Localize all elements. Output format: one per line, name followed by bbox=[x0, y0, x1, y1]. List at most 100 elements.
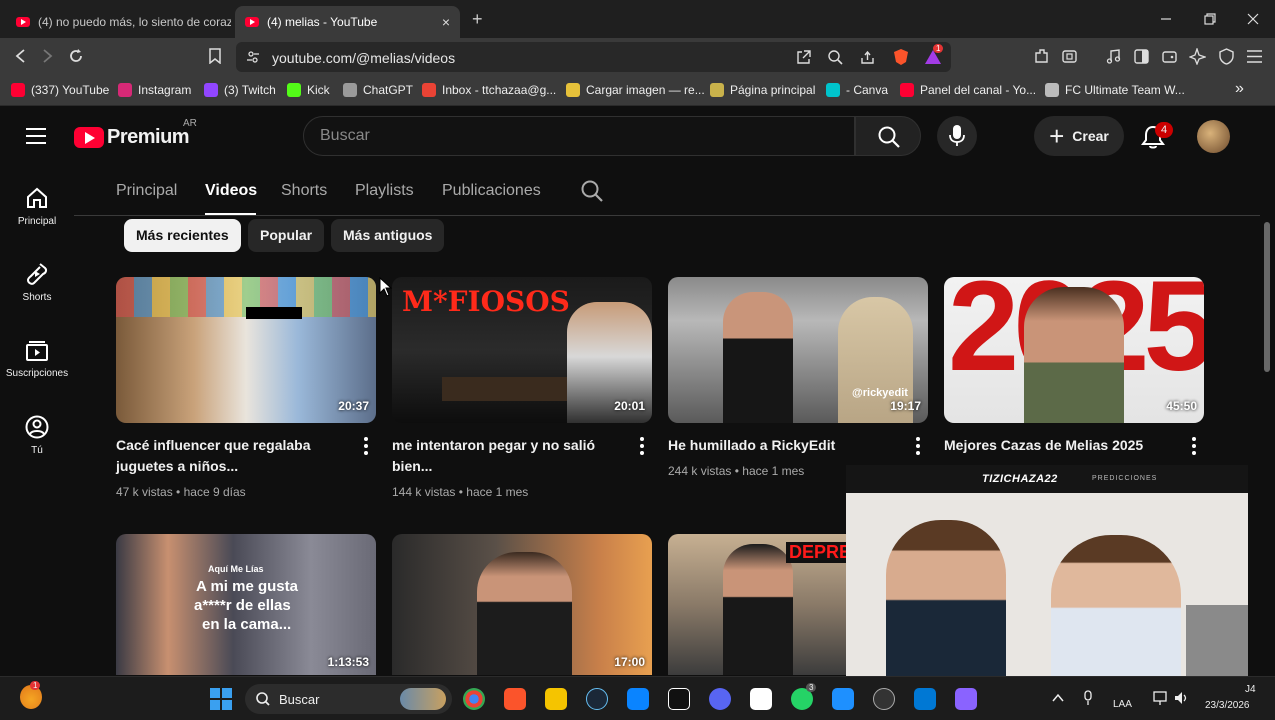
share-icon[interactable] bbox=[860, 50, 875, 65]
site-settings-icon[interactable] bbox=[246, 50, 260, 64]
video-thumbnail[interactable]: Aquí Me Lías A mi me gusta a****r de ell… bbox=[116, 534, 376, 675]
bookmark-icon[interactable] bbox=[208, 48, 222, 64]
tiktok-icon[interactable] bbox=[668, 688, 690, 710]
video-thumbnail[interactable]: 20:37 bbox=[116, 277, 376, 423]
screenshot-icon[interactable] bbox=[1061, 48, 1078, 65]
bookmark-fc-ultimate-team[interactable]: FC Ultimate Team W... bbox=[1045, 83, 1185, 97]
app-icon[interactable] bbox=[914, 688, 936, 710]
video-menu-icon[interactable] bbox=[911, 437, 925, 457]
guide-item-you[interactable]: Tú bbox=[0, 415, 74, 456]
tab-playlists[interactable]: Playlists bbox=[355, 182, 414, 200]
bookmark-chatgpt[interactable]: ChatGPT bbox=[343, 83, 413, 97]
video-card[interactable]: 20:37 Cacé influencer que regalaba jugue… bbox=[116, 277, 376, 499]
wallet-icon[interactable] bbox=[1161, 48, 1178, 65]
scrollbar-thumb[interactable] bbox=[1264, 222, 1270, 372]
bookmark-instagram[interactable]: Instagram bbox=[118, 83, 191, 97]
video-menu-icon[interactable] bbox=[359, 437, 373, 457]
network-icon[interactable] bbox=[1152, 690, 1168, 706]
guide-item-subscriptions[interactable]: Suscripciones bbox=[0, 338, 74, 379]
clock-time[interactable]: J4 bbox=[1245, 684, 1256, 695]
search-input[interactable] bbox=[320, 127, 820, 145]
video-title[interactable]: He humillado a RickyEdit bbox=[668, 435, 893, 456]
chip-mas-antiguos[interactable]: Más antiguos bbox=[331, 219, 445, 252]
bookmark-channel-dashboard[interactable]: Panel del canal - Yo... bbox=[900, 83, 1036, 97]
video-thumbnail[interactable]: 2025 45:50 bbox=[944, 277, 1204, 423]
more-bookmarks-button[interactable]: » bbox=[1235, 80, 1244, 98]
volume-icon[interactable] bbox=[1174, 690, 1190, 706]
vpn-shield-icon[interactable] bbox=[1218, 48, 1235, 65]
address-bar[interactable]: youtube.com/@melias/videos 1 bbox=[236, 42, 951, 72]
youtube-premium-logo[interactable]: Premium AR bbox=[74, 118, 197, 149]
video-thumbnail[interactable]: @rickyedit 19:17 bbox=[668, 277, 928, 423]
video-title[interactable]: Mejores Cazas de Melias 2025 bbox=[944, 435, 1174, 456]
guide-menu-icon[interactable] bbox=[26, 128, 46, 144]
back-icon[interactable] bbox=[14, 49, 28, 63]
bookmark-youtube[interactable]: (337) YouTube bbox=[11, 83, 109, 97]
video-card[interactable]: @rickyedit 19:17 He humillado a RickyEdi… bbox=[668, 277, 928, 478]
microsoft-store-icon[interactable] bbox=[627, 688, 649, 710]
keyboard-language[interactable]: LAA bbox=[1113, 699, 1132, 710]
tab-principal[interactable]: Principal bbox=[116, 182, 177, 200]
video-title[interactable]: Cacé influencer que regalaba juguetes a … bbox=[116, 435, 341, 477]
forward-icon[interactable] bbox=[40, 49, 54, 63]
chip-popular[interactable]: Popular bbox=[248, 219, 325, 252]
video-menu-icon[interactable] bbox=[1187, 437, 1201, 457]
video-card[interactable]: M*FIOSOS 20:01 me intentaron pegar y no … bbox=[392, 277, 652, 499]
tray-overflow-icon[interactable] bbox=[1052, 693, 1064, 703]
zoom-icon[interactable] bbox=[828, 50, 843, 65]
windows-start-icon[interactable] bbox=[210, 688, 232, 710]
close-window-icon[interactable] bbox=[1247, 13, 1259, 25]
voice-search-button[interactable] bbox=[937, 116, 977, 156]
reload-icon[interactable] bbox=[68, 48, 84, 64]
account-avatar[interactable] bbox=[1197, 120, 1230, 153]
brave-shields-icon[interactable] bbox=[892, 48, 910, 66]
tab-shorts[interactable]: Shorts bbox=[281, 182, 327, 200]
bookmark-kick[interactable]: Kick bbox=[287, 83, 330, 97]
browser-tab-1[interactable]: (4) no puedo más, lo siento de coraz bbox=[6, 6, 231, 38]
video-card[interactable]: 2025 45:50 Mejores Cazas de Melias 2025 bbox=[944, 277, 1204, 455]
copilot-icon[interactable] bbox=[832, 688, 854, 710]
file-explorer-icon[interactable] bbox=[545, 688, 567, 710]
bookmark-canva[interactable]: - Canva bbox=[826, 83, 888, 97]
bookmark-upload-image[interactable]: Cargar imagen — re... bbox=[566, 83, 705, 97]
close-tab-icon[interactable]: × bbox=[442, 14, 450, 30]
steam-icon[interactable] bbox=[586, 688, 608, 710]
video-card[interactable]: Aquí Me Lías A mi me gusta a****r de ell… bbox=[116, 534, 376, 675]
channel-search-icon[interactable] bbox=[581, 180, 603, 202]
leo-ai-icon[interactable] bbox=[1189, 48, 1206, 65]
create-button[interactable]: + Crear bbox=[1034, 116, 1124, 156]
calculator-icon[interactable] bbox=[955, 688, 977, 710]
main-menu-icon[interactable] bbox=[1246, 49, 1263, 64]
guide-item-home[interactable]: Principal bbox=[0, 186, 74, 227]
sidebar-icon[interactable] bbox=[1133, 48, 1150, 65]
guide-item-shorts[interactable]: Shorts bbox=[0, 262, 74, 303]
microphone-tray-icon[interactable] bbox=[1082, 690, 1094, 706]
new-tab-button[interactable]: + bbox=[472, 9, 483, 30]
url-text[interactable]: youtube.com/@melias/videos bbox=[272, 50, 455, 66]
video-menu-icon[interactable] bbox=[635, 437, 649, 457]
search-box[interactable] bbox=[303, 116, 855, 156]
chrome-icon[interactable] bbox=[463, 688, 485, 710]
video-thumbnail[interactable]: DEPRE bbox=[668, 534, 846, 675]
clock-date[interactable]: 23/3/2026 bbox=[1205, 700, 1250, 711]
tab-videos[interactable]: Videos bbox=[205, 182, 257, 200]
bookmark-twitch[interactable]: (3) Twitch bbox=[204, 83, 276, 97]
search-button[interactable] bbox=[855, 116, 921, 156]
browser-tab-2-active[interactable]: (4) melias - YouTube × bbox=[235, 6, 460, 38]
bookmark-main-page[interactable]: Página principal bbox=[710, 83, 815, 97]
media-music-icon[interactable] bbox=[1105, 48, 1122, 65]
restore-icon[interactable] bbox=[1204, 13, 1216, 25]
bookmark-gmail[interactable]: Inbox - ttchazaa@g... bbox=[422, 83, 556, 97]
extensions-icon[interactable] bbox=[1033, 48, 1050, 65]
brave-icon[interactable] bbox=[504, 688, 526, 710]
video-thumbnail[interactable]: 17:00 bbox=[392, 534, 652, 675]
chip-mas-recientes[interactable]: Más recientes bbox=[124, 219, 241, 252]
tab-publicaciones[interactable]: Publicaciones bbox=[442, 182, 541, 200]
page-scrollbar[interactable] bbox=[1262, 216, 1272, 676]
video-title[interactable]: me intentaron pegar y no salió bien... bbox=[392, 435, 617, 477]
minimize-icon[interactable] bbox=[1160, 13, 1172, 25]
capcut-icon[interactable] bbox=[750, 688, 772, 710]
taskbar-search[interactable]: Buscar bbox=[245, 684, 452, 714]
obs-icon[interactable] bbox=[873, 688, 895, 710]
discord-icon[interactable] bbox=[709, 688, 731, 710]
